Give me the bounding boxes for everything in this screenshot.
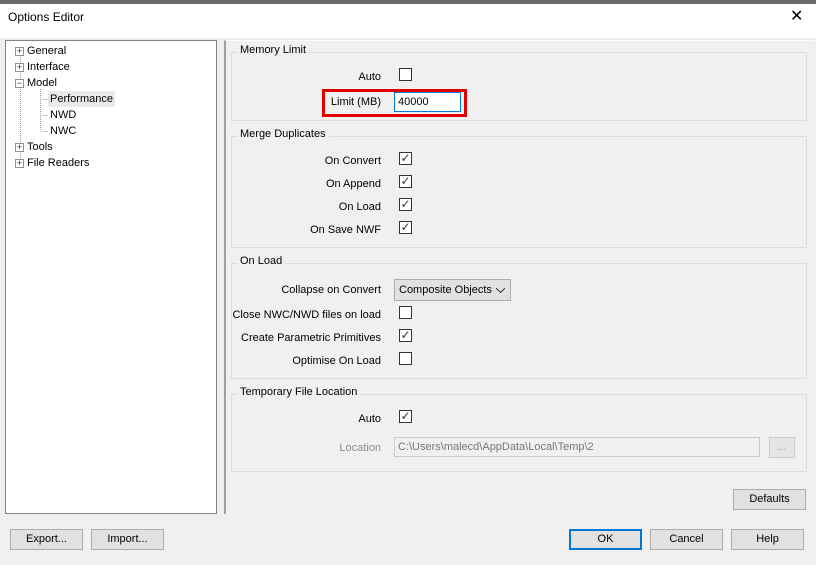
on-load-label: On Load	[338, 201, 381, 213]
auto-label: Auto	[358, 71, 381, 83]
collapse-label: Collapse on Convert	[281, 284, 381, 296]
tree-label: Model	[27, 77, 57, 89]
auto-label: Auto	[358, 413, 381, 425]
export-button[interactable]: Export...	[10, 529, 83, 550]
collapse-icon[interactable]: −	[15, 78, 24, 88]
collapse-dropdown[interactable]: Composite Objects	[394, 279, 511, 301]
cancel-button[interactable]: Cancel	[650, 529, 723, 550]
group-title: Temporary File Location	[237, 386, 361, 398]
on-convert-label: On Convert	[324, 155, 381, 167]
expand-icon[interactable]: +	[15, 142, 24, 152]
expand-icon[interactable]: +	[15, 62, 24, 72]
tree-item-nwd[interactable]: NWD	[50, 107, 76, 123]
temp-file-group: Temporary File Location Auto ✓ Location …	[231, 386, 807, 472]
location-label: Location	[339, 442, 381, 454]
on-append-checkbox[interactable]: ✓	[399, 175, 412, 188]
dropdown-value: Composite Objects	[399, 284, 492, 296]
defaults-button[interactable]: Defaults	[733, 489, 806, 510]
tree-label: General	[27, 45, 67, 57]
window-title: Options Editor	[8, 10, 85, 24]
import-button[interactable]: Import...	[91, 529, 164, 550]
temp-auto-checkbox[interactable]: ✓	[399, 410, 412, 423]
title-bar	[0, 4, 816, 38]
close-files-label: Close NWC/NWD files on load	[232, 309, 381, 321]
tree-item-model[interactable]: − Model	[15, 75, 57, 91]
tree-item-file-readers[interactable]: + File Readers	[15, 155, 89, 171]
limit-label: Limit (MB)	[330, 96, 381, 108]
close-files-checkbox[interactable]	[399, 306, 412, 319]
optimise-checkbox[interactable]	[399, 352, 412, 365]
location-input[interactable]: C:\Users\malecd\AppData\Local\Temp\2	[394, 437, 760, 457]
group-title: Memory Limit	[237, 44, 310, 56]
merge-duplicates-group: Merge Duplicates On Convert ✓ On Append …	[231, 128, 807, 248]
group-title: Merge Duplicates	[237, 128, 329, 140]
tree-item-general[interactable]: + General	[15, 43, 66, 59]
on-load-group: On Load Collapse on Convert Composite Ob…	[231, 255, 807, 379]
tree-item-nwc[interactable]: NWC	[50, 123, 76, 139]
tree-item-performance[interactable]: Performance	[48, 91, 115, 107]
parametric-label: Create Parametric Primitives	[241, 332, 381, 344]
group-title: On Load	[237, 255, 286, 267]
on-load-checkbox[interactable]: ✓	[399, 198, 412, 211]
on-save-nwf-label: On Save NWF	[310, 224, 381, 236]
on-append-label: On Append	[325, 178, 381, 190]
tree-label: File Readers	[27, 157, 90, 169]
tree-item-interface[interactable]: + Interface	[15, 59, 70, 75]
tree-item-tools[interactable]: + Tools	[15, 139, 53, 155]
limit-input[interactable]	[394, 92, 461, 112]
memory-limit-group: Memory Limit Auto Limit (MB)	[231, 44, 807, 121]
memory-auto-checkbox[interactable]	[399, 68, 412, 81]
optimise-label: Optimise On Load	[292, 355, 381, 367]
parametric-checkbox[interactable]: ✓	[399, 329, 412, 342]
browse-button[interactable]: ...	[769, 437, 795, 458]
on-save-nwf-checkbox[interactable]: ✓	[399, 221, 412, 234]
performance-panel: Memory Limit Auto Limit (MB) Merge Dupli…	[224, 40, 814, 514]
expand-icon[interactable]: +	[15, 46, 24, 56]
expand-icon[interactable]: +	[15, 158, 24, 168]
ok-button[interactable]: OK	[569, 529, 642, 550]
tree-label: Interface	[27, 61, 70, 73]
on-convert-checkbox[interactable]: ✓	[399, 152, 412, 165]
options-tree[interactable]: + General + Interface − Model Performance N…	[5, 40, 217, 514]
close-icon[interactable]: ✕	[790, 6, 803, 26]
help-button[interactable]: Help	[731, 529, 804, 550]
chevron-down-icon	[496, 288, 505, 293]
tree-label: Tools	[27, 141, 53, 153]
